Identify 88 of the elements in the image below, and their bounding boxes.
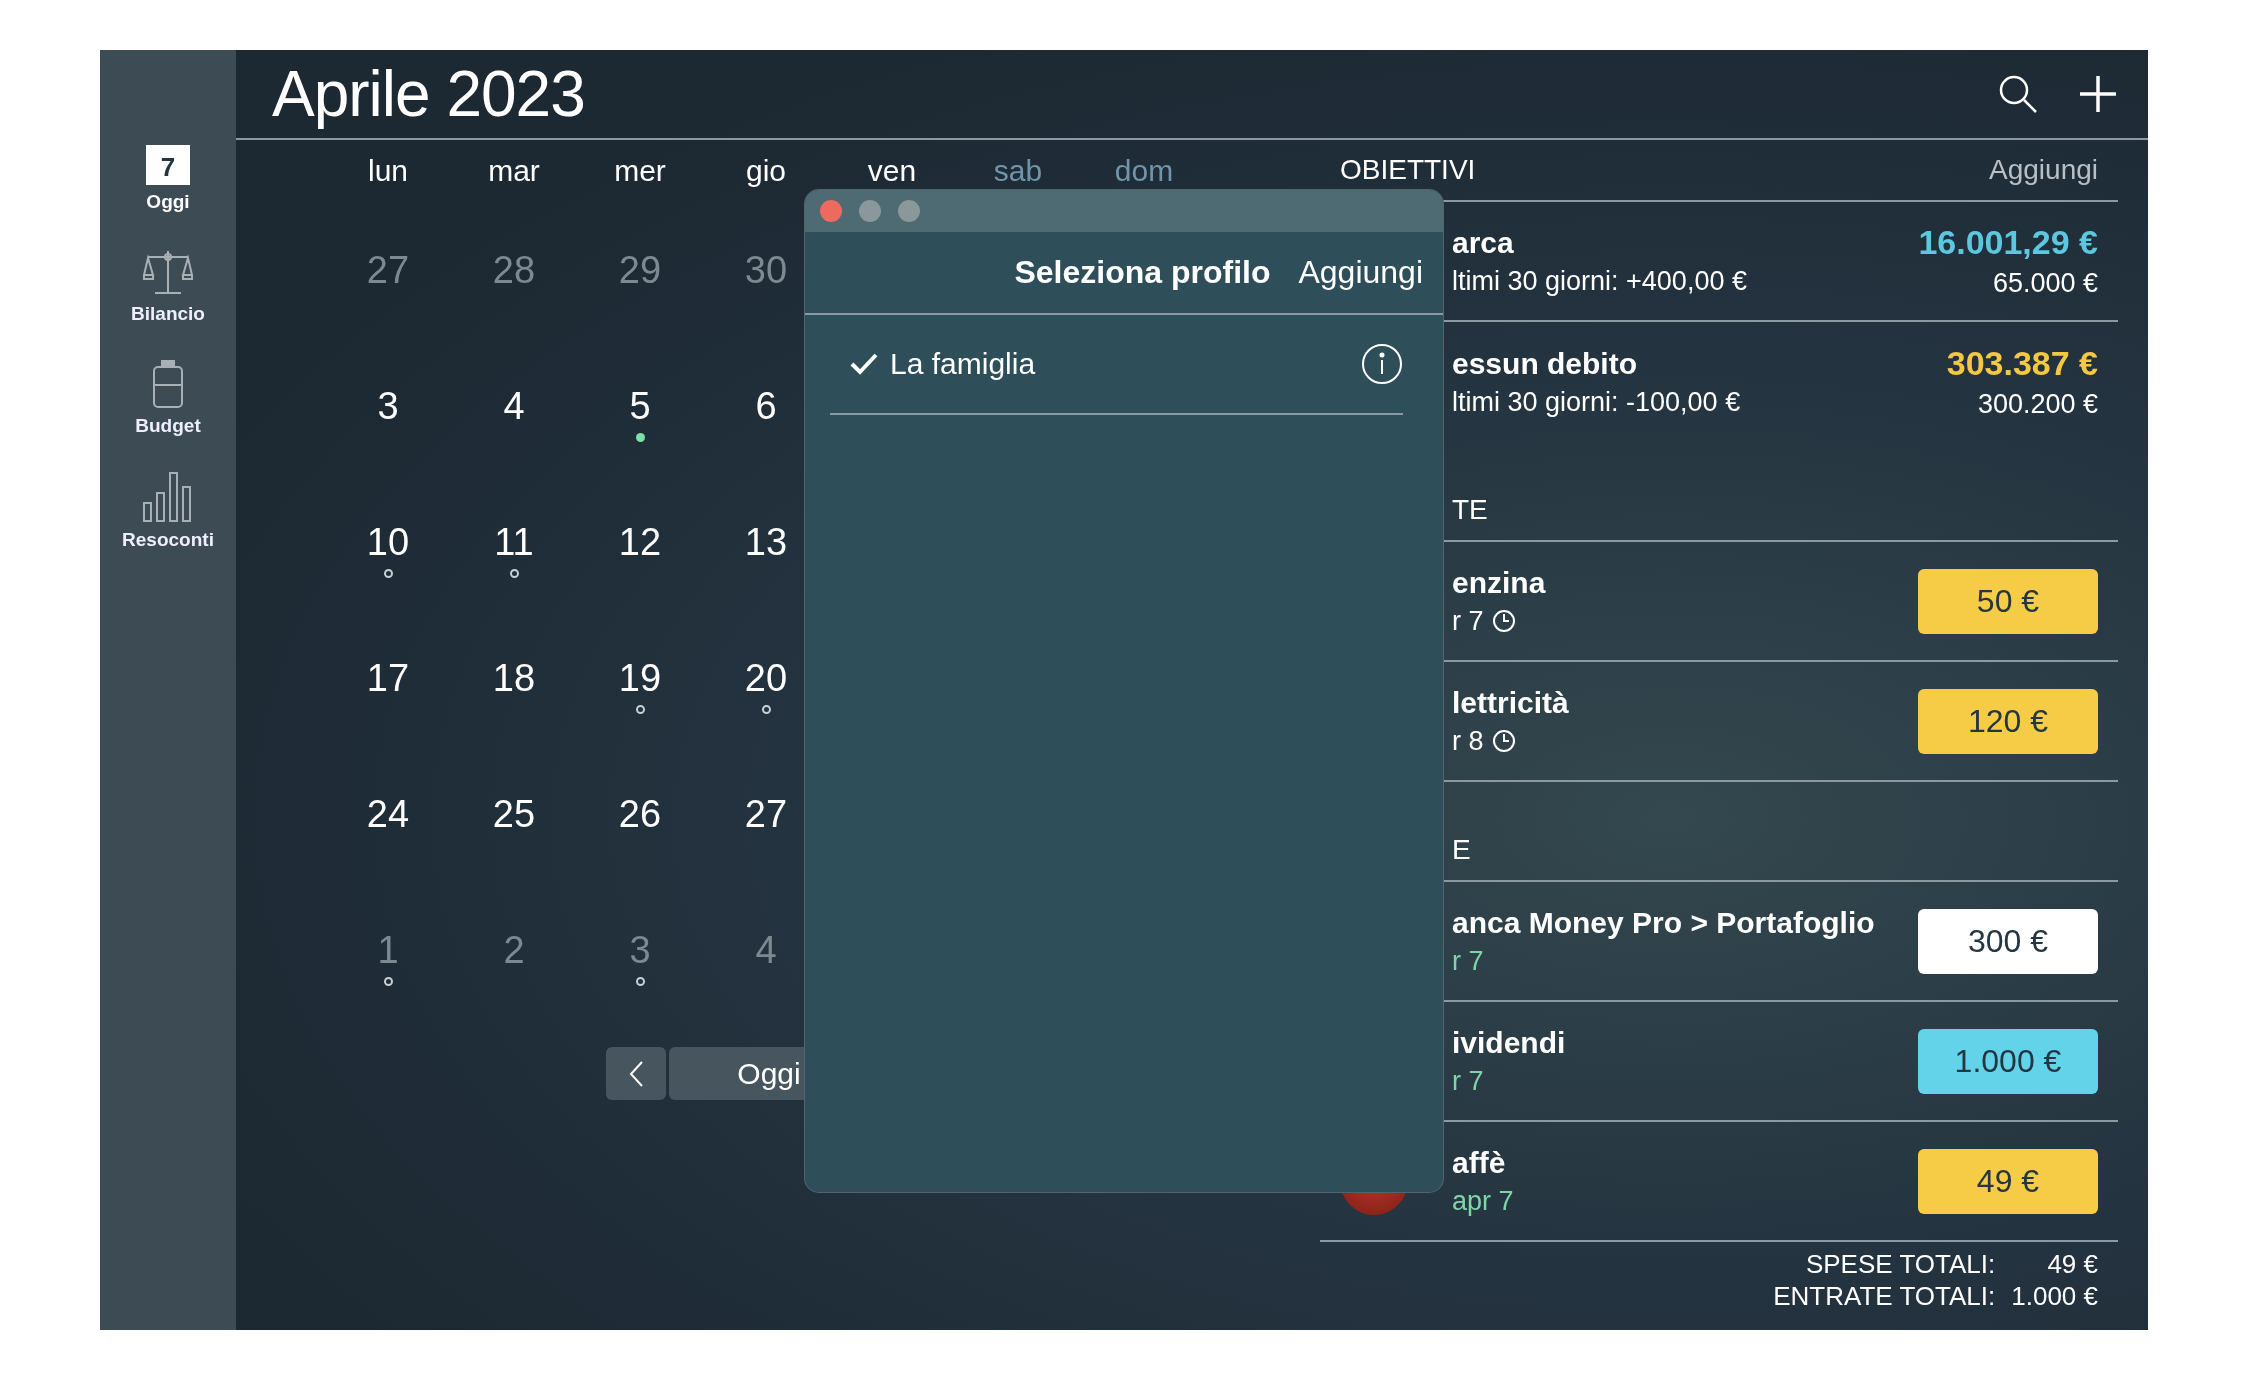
total-value: 1.000 € [2011,1280,2098,1312]
close-button[interactable] [820,200,842,222]
section-title: OBIETTIVI [1340,154,1476,186]
calendar-day[interactable]: 17 [366,655,410,701]
transaction-name: anca Money Pro > Portafoglio [1452,905,1876,940]
goal-amount: 16.001,29 € [1918,223,2098,262]
calendar-day[interactable]: 2 [503,927,525,973]
clock-icon [1491,729,1516,753]
amount-button[interactable]: 300 € [1918,908,2098,974]
goal-target: 65.000 € [1992,268,2098,299]
calendar-day[interactable]: 3 [629,927,651,973]
calendar-day[interactable]: 24 [366,791,410,837]
calendar-day[interactable]: 20 [744,655,788,701]
calendar-day[interactable]: 13 [744,519,788,565]
amount-button[interactable]: 1.000 € [1918,1028,2098,1094]
event-ring [509,569,519,578]
search-icon[interactable] [1998,74,2038,114]
calendar-day[interactable]: 25 [492,791,536,837]
transaction-date: r 7 [1452,945,1484,977]
calendar-day[interactable]: 30 [744,247,788,293]
calendar-day[interactable]: 12 [618,519,662,565]
profile-name[interactable]: La famiglia [890,347,1349,381]
amount-button[interactable]: 50 € [1918,568,2098,634]
add-icon[interactable] [2078,74,2118,114]
transaction-date: r 7 [1452,605,1484,637]
event-ring [761,705,771,714]
event-dot [635,433,645,442]
amount-button[interactable]: 120 € [1918,688,2098,754]
section-title: TE [1452,494,1488,526]
calendar-day[interactable]: 11 [494,519,534,565]
transaction-name: lettricità [1452,685,1570,720]
dialog-title: Seleziona profilo [1014,254,1271,291]
calendar-day-number: 7 [160,154,176,180]
goal-change-text: ltimi 30 giorni: -100,00 € [1452,386,1742,418]
event-ring [383,569,393,578]
info-icon[interactable] [1361,343,1403,385]
goal-change-text: ltimi 30 giorni: +400,00 € [1452,265,1748,297]
calendar-day[interactable]: 5 [629,383,651,429]
calendar-day[interactable]: 28 [492,247,536,293]
sidebar-item-label[interactable]: Budget [135,415,201,437]
calendar-day[interactable]: 26 [618,791,662,837]
total-value: 49 € [2046,1248,2098,1280]
goal-name: essun debito [1452,346,1639,381]
weekday-label: gio [745,154,786,188]
goal-amount: 303.387 € [1946,344,2098,383]
calendar-day[interactable]: 3 [377,383,399,429]
calendar-day[interactable]: 27 [744,791,788,837]
calendar-day[interactable]: 1 [377,927,399,973]
event-ring [635,977,645,986]
event-ring [383,977,393,986]
calendar-day[interactable]: 4 [503,383,525,429]
previous-month-button[interactable] [606,1047,666,1100]
calendar-day[interactable]: 19 [618,655,662,701]
sidebar-item-label[interactable]: Bilancio [131,303,205,325]
goal-name: arca [1452,225,1515,260]
weekday-label: lun [367,154,408,188]
calendar-day[interactable]: 6 [755,383,777,429]
weekday-label: sab [993,154,1043,188]
add-link[interactable]: Aggiungi [1298,254,1423,291]
transaction-date: r 7 [1452,1065,1484,1097]
transaction-date: r 8 [1452,725,1484,757]
clock-icon [1491,609,1516,633]
add-link[interactable]: Aggiungi [1989,154,2098,186]
zoom-button[interactable] [898,200,920,222]
total-label: ENTRATE TOTALI: [1773,1280,1996,1312]
weekday-label: mar [488,154,540,188]
event-ring [635,705,645,714]
transaction-date: apr 7 [1452,1185,1514,1217]
transaction-name: enzina [1452,565,1547,600]
weekday-label: mer [614,154,666,188]
month-title: Aprile 2023 [272,57,586,131]
section-title: E [1452,834,1471,866]
minimize-button[interactable] [859,200,881,222]
chevron-left-icon [628,1059,644,1088]
calendar-day[interactable]: 29 [618,247,662,293]
amount-button[interactable]: 49 € [1918,1148,2098,1214]
weekday-label: ven [867,154,917,188]
calendar-day[interactable]: 10 [366,519,410,565]
sidebar-item-label[interactable]: Oggi [146,191,190,213]
transaction-name: affè [1452,1145,1507,1180]
calendar-day[interactable]: 4 [755,927,777,973]
transaction-name: ividendi [1452,1025,1567,1060]
calendar-day[interactable]: 18 [492,655,536,701]
total-label: SPESE TOTALI: [1804,1248,1996,1280]
weekday-label: dom [1114,154,1174,188]
goal-target: 300.200 € [1977,389,2098,420]
calendar-day[interactable]: 27 [366,247,410,293]
sidebar-item-label[interactable]: Resoconti [122,529,214,551]
